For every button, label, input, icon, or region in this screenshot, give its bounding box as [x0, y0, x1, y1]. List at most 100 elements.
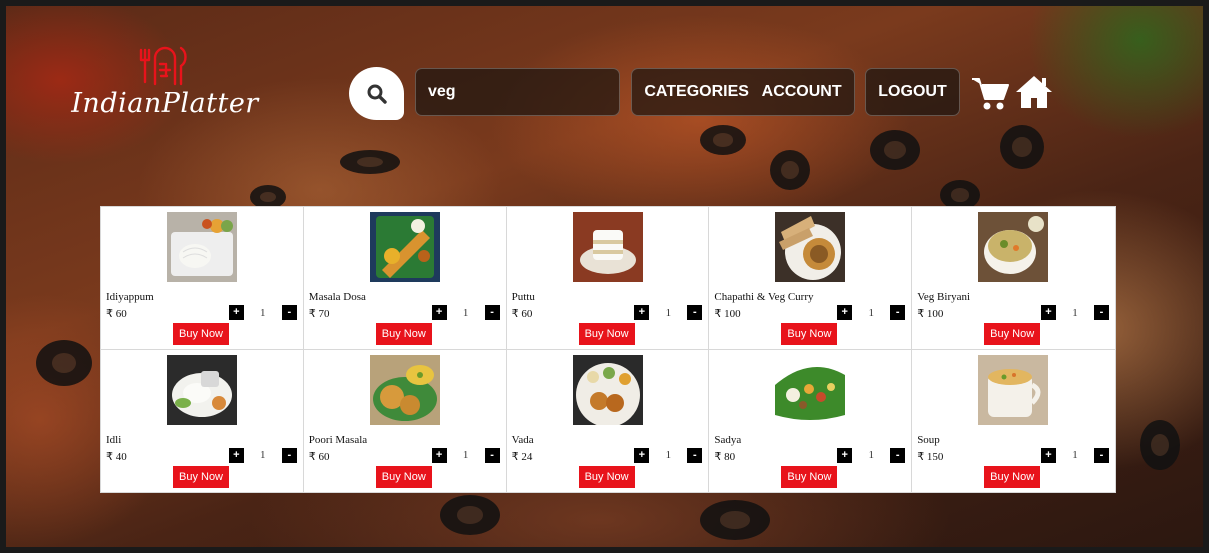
buy-now-button[interactable]: Buy Now	[984, 465, 1041, 488]
decrease-qty-button[interactable]: -	[1094, 447, 1109, 463]
quantity-stepper: + 1 -	[228, 447, 297, 463]
logout-button[interactable]: LOGOUT	[865, 68, 960, 116]
product-image[interactable]	[775, 354, 846, 425]
product-price: ₹ 80	[714, 450, 736, 463]
product-image[interactable]	[167, 212, 237, 282]
decrease-qty-button[interactable]: -	[281, 305, 297, 320]
product-card: Veg Biryani ₹ 100 + 1 - Buy Now	[912, 207, 1115, 350]
product-price: ₹ 70	[308, 308, 330, 320]
buy-now-button[interactable]: Buy Now	[781, 323, 838, 345]
increase-qty-button[interactable]: +	[837, 447, 853, 463]
brand-logo[interactable]: IndianPlatter	[60, 40, 270, 130]
buy-now-button[interactable]: Buy Now	[578, 465, 635, 488]
product-image[interactable]	[775, 212, 846, 282]
increase-qty-button[interactable]: +	[228, 447, 244, 463]
categories-link[interactable]: CATEGORIES	[644, 83, 749, 101]
cart-icon[interactable]	[970, 73, 1010, 113]
product-image[interactable]	[167, 354, 237, 425]
buy-now-button[interactable]: Buy Now	[173, 323, 229, 345]
quantity-stepper: + 1 -	[431, 447, 500, 463]
product-image[interactable]	[572, 354, 643, 425]
product-card: Idli ₹ 40 + 1 - Buy Now	[101, 349, 304, 492]
quantity-value[interactable]: 1	[1056, 307, 1094, 319]
decrease-qty-button[interactable]: -	[890, 447, 906, 463]
product-price: ₹ 100	[714, 308, 741, 320]
increase-qty-button[interactable]: +	[1041, 447, 1056, 463]
product-name: Idiyappum	[106, 291, 154, 303]
product-name: Masala Dosa	[308, 291, 366, 303]
product-card: Soup ₹ 150 + 1 - Buy Now	[912, 350, 1115, 493]
product-image[interactable]	[369, 212, 440, 282]
quantity-value[interactable]: 1	[1056, 449, 1094, 461]
product-price: ₹ 150	[917, 450, 944, 463]
decrease-qty-button[interactable]: -	[687, 447, 703, 463]
quantity-value[interactable]: 1	[852, 449, 890, 461]
increase-qty-button[interactable]: +	[431, 447, 447, 463]
quantity-value[interactable]: 1	[244, 449, 282, 461]
product-price: ₹ 24	[511, 450, 533, 463]
buy-now-button[interactable]: Buy Now	[375, 323, 432, 345]
buy-now-button[interactable]: Buy Now	[375, 465, 432, 488]
quantity-value[interactable]: 1	[649, 449, 687, 461]
product-price: ₹ 40	[106, 450, 127, 463]
product-name: Poori Masala	[308, 433, 368, 446]
product-name: Idli	[106, 433, 122, 446]
product-price: ₹ 100	[917, 308, 944, 320]
quantity-value[interactable]: 1	[244, 307, 282, 319]
increase-qty-button[interactable]: +	[837, 305, 853, 320]
quantity-stepper: + 1 -	[431, 305, 500, 320]
increase-qty-button[interactable]: +	[634, 305, 650, 320]
buy-now-button[interactable]: Buy Now	[781, 465, 838, 488]
product-image[interactable]	[572, 212, 643, 282]
decrease-qty-button[interactable]: -	[484, 305, 500, 320]
quantity-value[interactable]: 1	[852, 307, 890, 319]
buy-now-button[interactable]: Buy Now	[173, 465, 229, 488]
decrease-qty-button[interactable]: -	[687, 305, 703, 320]
increase-qty-button[interactable]: +	[431, 305, 447, 320]
product-card: Chapathi & Veg Curry ₹ 100 + 1 - Buy Now	[709, 207, 913, 350]
product-price: ₹ 60	[106, 308, 127, 320]
buy-now-button[interactable]: Buy Now	[578, 323, 635, 345]
product-name: Vada	[511, 433, 534, 446]
product-card: Masala Dosa ₹ 70 + 1 - Buy Now	[303, 207, 507, 350]
quantity-value[interactable]: 1	[447, 307, 485, 319]
search-icon	[367, 84, 387, 104]
quantity-stepper: + 1 -	[837, 305, 906, 320]
nav-menu: CATEGORIES ACCOUNT	[631, 68, 855, 116]
product-image[interactable]	[369, 354, 440, 425]
quantity-stepper: + 1 -	[1041, 305, 1109, 320]
increase-qty-button[interactable]: +	[228, 305, 244, 320]
product-name: Chapathi & Veg Curry	[714, 291, 814, 303]
product-card: Puttu ₹ 60 + 1 - Buy Now	[506, 207, 710, 350]
decrease-qty-button[interactable]: -	[281, 447, 297, 463]
decrease-qty-button[interactable]: -	[1094, 305, 1109, 320]
product-price: ₹ 60	[511, 308, 533, 320]
search-button[interactable]	[349, 67, 404, 120]
quantity-stepper: + 1 -	[1041, 447, 1109, 463]
quantity-stepper: + 1 -	[634, 305, 703, 320]
buy-now-button[interactable]: Buy Now	[984, 323, 1041, 345]
quantity-value[interactable]: 1	[649, 307, 687, 319]
product-name: Sadya	[714, 433, 742, 446]
product-card: Poori Masala ₹ 60 + 1 - Buy Now	[304, 349, 507, 492]
product-card: Sadya ₹ 80 + 1 - Buy Now	[709, 349, 913, 492]
account-link[interactable]: ACCOUNT	[762, 83, 842, 101]
increase-qty-button[interactable]: +	[1041, 305, 1056, 320]
decrease-qty-button[interactable]: -	[890, 305, 906, 320]
product-name: Puttu	[511, 291, 535, 303]
search-input[interactable]	[415, 68, 620, 116]
quantity-stepper: + 1 -	[837, 447, 906, 463]
home-icon[interactable]	[1014, 72, 1054, 112]
quantity-value[interactable]: 1	[447, 449, 485, 461]
increase-qty-button[interactable]: +	[634, 447, 650, 463]
decrease-qty-button[interactable]: -	[484, 447, 500, 463]
product-card: Idiyappum ₹ 60 + 1 - Buy Now	[101, 207, 304, 350]
product-card: Vada ₹ 24 + 1 - Buy Now	[507, 349, 710, 492]
product-image[interactable]	[978, 354, 1049, 425]
product-image[interactable]	[978, 212, 1049, 282]
product-name: Soup	[917, 433, 940, 446]
page: IndianPlatter CATEGORIES ACCOUNT LOGOUT …	[0, 0, 1209, 553]
product-grid: Idiyappum ₹ 60 + 1 - Buy Now Masala Dosa…	[100, 206, 1116, 493]
quantity-stepper: + 1 -	[228, 305, 297, 320]
brand-name: IndianPlatter	[71, 88, 259, 119]
